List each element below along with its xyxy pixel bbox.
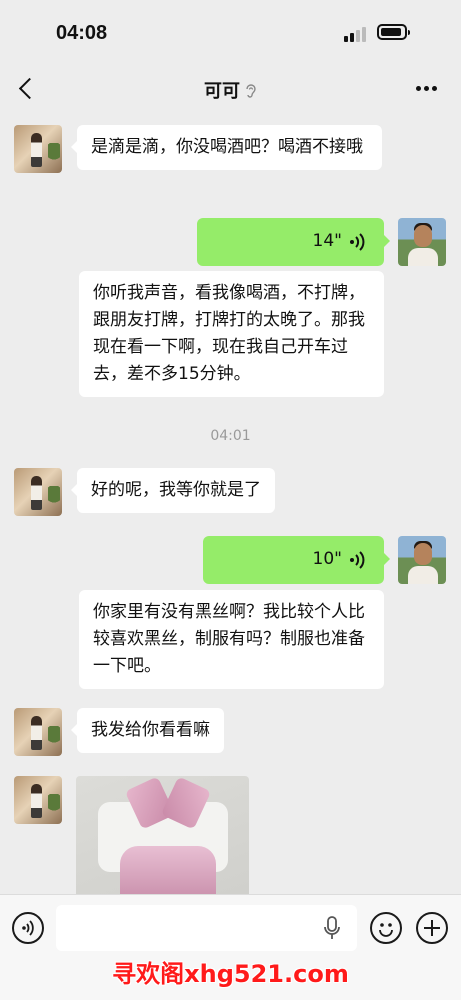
contact-avatar[interactable]	[14, 125, 62, 173]
mic-icon[interactable]	[322, 915, 342, 941]
battery-icon	[377, 24, 410, 40]
voice-duration: 14"	[312, 231, 342, 251]
image-message[interactable]	[76, 776, 249, 894]
voice-wave-icon	[350, 233, 365, 251]
contact-name: 可可	[204, 81, 240, 102]
contact-avatar[interactable]	[14, 468, 62, 516]
voice-mode-icon	[22, 920, 34, 936]
voice-message[interactable]: 10"	[203, 536, 390, 584]
chat-header: 可可	[0, 62, 461, 118]
plus-button[interactable]	[416, 912, 448, 944]
voice-mode-button[interactable]	[12, 912, 44, 944]
voice-transcript: 你听我声音，看我像喝酒，不打牌，跟朋友打牌，打牌打的太晚了。那我现在看一下啊，现…	[79, 271, 384, 397]
voice-message[interactable]: 14"	[197, 218, 390, 266]
message-bubble[interactable]: 我发给你看看嘛	[71, 708, 224, 753]
plus-icon	[424, 920, 440, 936]
message-bubble[interactable]: 好的呢，我等你就是了	[71, 468, 275, 513]
ear-icon	[246, 84, 256, 98]
my-avatar[interactable]	[398, 218, 446, 266]
timestamp: 04:01	[210, 428, 251, 444]
voice-transcript: 你家里有没有黑丝啊？我比较个人比较喜欢黑丝，制服有吗？制服也准备一下吧。	[79, 590, 384, 689]
status-time: 04:08	[56, 22, 108, 44]
voice-wave-icon	[350, 551, 365, 569]
contact-avatar[interactable]	[14, 708, 62, 756]
status-bar: 04:08	[0, 0, 461, 62]
message-text: 好的呢，我等你就是了	[91, 480, 261, 500]
chat-area[interactable]: 是滴是滴，你没喝酒吧？喝酒不接哦 14" 你听我声音，看我像喝酒，不打牌，跟朋友…	[0, 118, 461, 894]
more-icon[interactable]	[412, 86, 442, 94]
message-text: 是滴是滴，你没喝酒吧？喝酒不接哦	[91, 137, 363, 157]
watermark: 寻欢阁xhg521.com	[112, 960, 349, 988]
contact-avatar[interactable]	[14, 776, 62, 824]
transcript-text: 你听我声音，看我像喝酒，不打牌，跟朋友打牌，打牌打的太晚了。那我现在看一下啊，现…	[93, 283, 365, 384]
message-input[interactable]	[56, 905, 357, 951]
chat-title: 可可	[0, 77, 461, 103]
emoji-icon	[379, 923, 393, 937]
message-text: 我发给你看看嘛	[91, 720, 210, 740]
emoji-button[interactable]	[370, 912, 402, 944]
my-avatar[interactable]	[398, 536, 446, 584]
signal-icon	[344, 26, 368, 42]
voice-duration: 10"	[312, 549, 342, 569]
transcript-text: 你家里有没有黑丝啊？我比较个人比较喜欢黑丝，制服有吗？制服也准备一下吧。	[93, 602, 365, 676]
message-bubble[interactable]: 是滴是滴，你没喝酒吧？喝酒不接哦	[71, 125, 382, 170]
